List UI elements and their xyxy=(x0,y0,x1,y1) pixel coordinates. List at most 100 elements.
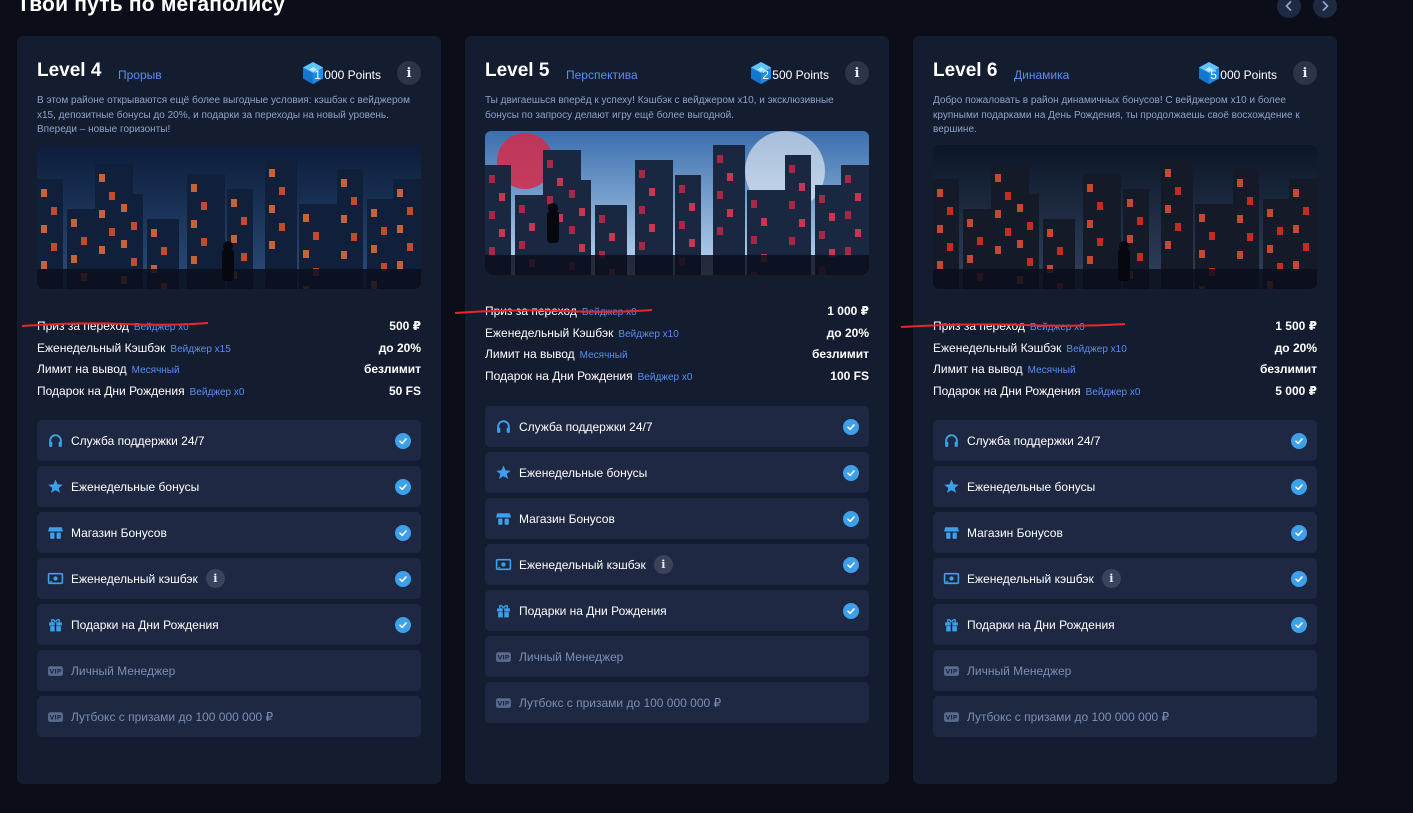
star-icon xyxy=(495,464,512,481)
level-description: В этом районе открываются ещё более выго… xyxy=(37,95,410,135)
check-icon xyxy=(843,465,859,481)
feature-item[interactable]: VIP Личный Менеджер xyxy=(485,636,869,677)
feature-item[interactable]: Магазин Бонусов xyxy=(933,512,1317,553)
cash-icon xyxy=(495,556,512,573)
stat-tag: Месячный xyxy=(131,365,180,376)
level-name: Level 6 xyxy=(933,60,998,81)
stat-tag: Вейджер x10 xyxy=(618,328,679,340)
stat-label: Подарок на Дни Рождения xyxy=(37,383,185,398)
svg-text:VIP: VIP xyxy=(946,714,958,722)
feature-item[interactable]: Подарки на Дни Рождения xyxy=(485,590,869,631)
points-required: 2 500 Points xyxy=(762,68,829,82)
stat-row: Лимит на вывод Месячный безлимит xyxy=(485,344,869,366)
stat-value: до 20% xyxy=(378,340,421,355)
stat-row: Еженедельный Кэшбэк Вейджер x10 до 20% xyxy=(485,323,869,345)
stat-tag: Месячный xyxy=(579,350,628,361)
feature-label: Личный Менеджер xyxy=(519,649,624,664)
stat-tag: Вейджер x15 xyxy=(170,343,231,355)
stat-row: Подарок на Дни Рождения Вейджер x0 100 FS xyxy=(485,366,869,388)
chevron-left-icon xyxy=(1285,1,1292,11)
feature-list: Служба поддержки 24/7 Еженедельные бонусы… xyxy=(485,406,869,728)
prev-button[interactable] xyxy=(1277,0,1301,18)
check-icon xyxy=(395,479,411,495)
cash-icon xyxy=(47,570,64,587)
level-description: Добро пожаловать в район динамичных бону… xyxy=(933,95,1300,135)
page-title: Твои путь по мегаполису xyxy=(17,0,286,16)
feature-label: Еженедельный кэшбэк xyxy=(71,571,198,586)
feature-item[interactable]: Еженедельный кэшбэк i xyxy=(37,558,421,599)
stat-value: безлимит xyxy=(1259,362,1317,376)
vip-icon: VIP xyxy=(943,708,960,725)
stat-label-wrap: Подарок на Дни Рождения Вейджер x0 xyxy=(485,369,692,383)
feature-item[interactable]: VIP Лутбокс с призами до 100 000 000 ₽ xyxy=(933,696,1317,737)
vip-icon: VIP xyxy=(495,648,512,665)
feature-item[interactable]: Еженедельный кэшбэк i xyxy=(933,558,1317,599)
gift-icon xyxy=(495,602,512,619)
stat-row: Лимит на вывод Месячный безлимит xyxy=(37,359,421,381)
stat-value: до 20% xyxy=(826,325,869,340)
points-required: 1 000 Points xyxy=(314,68,381,82)
level-card-5: Level 5 Перспектива 2 500 Points i Ты двигае… xyxy=(454,36,889,784)
level-info-button[interactable]: i xyxy=(845,61,869,85)
stat-label-wrap: Подарок на Дни Рождения Вейджер x0 xyxy=(37,384,244,398)
feature-info-button[interactable]: i xyxy=(1101,569,1121,588)
feature-label: Личный Менеджер xyxy=(967,663,1072,678)
level-hero-image xyxy=(37,145,421,289)
feature-list: Служба поддержки 24/7 Еженедельные бонусы… xyxy=(37,420,421,742)
feature-item[interactable]: Еженедельный кэшбэк i xyxy=(485,544,869,585)
stat-label: Подарок на Дни Рождения xyxy=(933,383,1081,398)
check-icon xyxy=(843,557,859,573)
card-header: Level 4 Прорыв 1 000 Points i xyxy=(37,60,421,86)
feature-item[interactable]: VIP Лутбокс с призами до 100 000 000 ₽ xyxy=(485,682,869,723)
level-hero-image xyxy=(485,131,869,275)
vip-icon: VIP xyxy=(495,694,512,711)
level-subtitle: Динамика xyxy=(1014,68,1070,82)
next-button[interactable] xyxy=(1313,0,1337,18)
stat-value: 5 000 ₽ xyxy=(1275,383,1317,398)
red-underline-annotation xyxy=(900,318,1126,328)
feature-item[interactable]: VIP Личный Менеджер xyxy=(37,650,421,691)
feature-info-button[interactable]: i xyxy=(653,555,673,574)
card-header: Level 5 Перспектива 2 500 Points i xyxy=(485,60,869,86)
level-info-button[interactable]: i xyxy=(397,61,421,85)
stat-value: безлимит xyxy=(363,362,421,376)
feature-item[interactable]: Подарки на Дни Рождения xyxy=(933,604,1317,645)
feature-label: Еженедельный кэшбэк xyxy=(519,557,646,572)
stat-label-wrap: Еженедельный Кэшбэк Вейджер x15 xyxy=(37,341,231,355)
feature-item[interactable]: VIP Лутбокс с призами до 100 000 000 ₽ xyxy=(37,696,421,737)
feature-item[interactable]: VIP Личный Менеджер xyxy=(933,650,1317,691)
feature-label: Магазин Бонусов xyxy=(967,525,1063,540)
vip-icon: VIP xyxy=(47,708,64,725)
feature-item[interactable]: Еженедельные бонусы xyxy=(933,466,1317,507)
red-underline-annotation xyxy=(21,317,209,327)
feature-info-button[interactable]: i xyxy=(205,569,225,588)
level-info-button[interactable]: i xyxy=(1293,61,1317,85)
feature-item[interactable]: Служба поддержки 24/7 xyxy=(37,420,421,461)
stat-tag: Вейджер x0 xyxy=(189,386,245,398)
feature-item[interactable]: Подарки на Дни Рождения xyxy=(37,604,421,645)
level-hero-image xyxy=(933,145,1317,289)
level-subtitle: Перспектива xyxy=(566,68,638,82)
stat-label-wrap: Еженедельный Кэшбэк Вейджер x10 xyxy=(933,341,1127,355)
feature-label: Подарки на Дни Рождения xyxy=(71,617,219,632)
stat-value: 50 FS xyxy=(388,383,421,398)
stat-label: Лимит на вывод xyxy=(933,362,1023,376)
feature-item[interactable]: Служба поддержки 24/7 xyxy=(485,406,869,447)
feature-item[interactable]: Еженедельные бонусы xyxy=(485,452,869,493)
feature-label: Подарки на Дни Рождения xyxy=(967,617,1115,632)
stat-value: до 20% xyxy=(1274,340,1317,355)
feature-list: Служба поддержки 24/7 Еженедельные бонусы… xyxy=(933,420,1317,742)
svg-text:VIP: VIP xyxy=(498,654,510,662)
level-card-4: Level 4 Прорыв 1 000 Points i В этом районе … xyxy=(17,36,441,784)
stat-value: 1 000 ₽ xyxy=(827,304,869,318)
feature-label: Служба поддержки 24/7 xyxy=(967,433,1101,448)
feature-item[interactable]: Еженедельные бонусы xyxy=(37,466,421,507)
feature-item[interactable]: Магазин Бонусов xyxy=(37,512,421,553)
headset-icon xyxy=(47,432,64,449)
svg-text:VIP: VIP xyxy=(50,714,62,722)
feature-label: Лутбокс с призами до 100 000 000 ₽ xyxy=(967,709,1170,724)
feature-item[interactable]: Магазин Бонусов xyxy=(485,498,869,539)
feature-item[interactable]: Служба поддержки 24/7 xyxy=(933,420,1317,461)
stat-row: Еженедельный Кэшбэк Вейджер x10 до 20% xyxy=(933,338,1317,360)
shop-icon xyxy=(47,524,64,541)
